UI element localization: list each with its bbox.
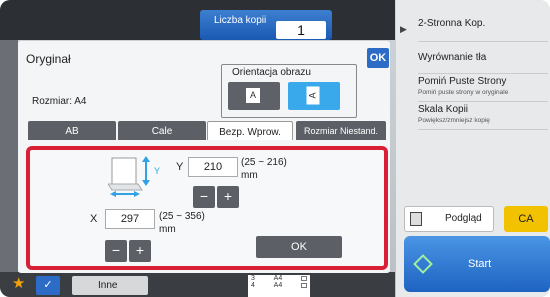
- menu-item-copy-ratio[interactable]: Skala Kopii Powiększ/zmniejsz kopię: [418, 104, 548, 130]
- menu-item-copy-ratio-label: Skala Kopii: [418, 104, 469, 115]
- menu-item-skip-blank-label: Pomiń Puste Strony: [418, 76, 507, 87]
- x-label: X: [90, 213, 98, 225]
- menu-item-background-adjust-label: Wyrównanie tła: [418, 52, 487, 63]
- copies-input[interactable]: 1: [276, 21, 326, 39]
- landscape-icon: A: [306, 86, 320, 105]
- y-range: (25 ~ 216): [241, 157, 287, 168]
- tab-ab[interactable]: AB: [28, 121, 116, 140]
- menu-item-background-adjust[interactable]: Wyrównanie tła: [418, 52, 548, 74]
- copier-screen: Liczba kopii 1 ▶︎ 2-Stronna Kop. Wyrówna…: [0, 0, 550, 297]
- icon-x-letter: X: [122, 197, 128, 198]
- portrait-icon: A: [246, 88, 260, 103]
- y-value-field[interactable]: 210: [188, 157, 238, 177]
- top-bar: [0, 0, 395, 40]
- other-button[interactable]: Inne: [72, 276, 148, 295]
- preview-icon: [410, 212, 422, 226]
- list-item: 3 A4: [248, 275, 310, 282]
- dialog-title: Oryginał: [26, 52, 71, 66]
- preview-button-label: Podgląd: [445, 213, 482, 224]
- x-decrement-button[interactable]: −: [105, 240, 127, 262]
- x-increment-button[interactable]: +: [129, 240, 151, 262]
- list-item-number: 4: [251, 282, 255, 289]
- start-button-label: Start: [468, 258, 492, 270]
- tab-direct-entry[interactable]: Bezp. Wprow.: [207, 121, 293, 140]
- dialog-ok-button[interactable]: OK: [367, 48, 389, 68]
- page-icon: [301, 283, 307, 288]
- list-item-number: 3: [251, 275, 255, 282]
- other-button-label: Inne: [98, 280, 118, 291]
- orientation-label: Orientacja obrazu: [232, 67, 311, 78]
- list-item-size: A4: [273, 282, 283, 289]
- icon-y-letter: Y: [154, 166, 160, 176]
- list-item-size: A4: [273, 275, 283, 282]
- tab-custom-size[interactable]: Rozmiar Niestand.: [296, 121, 386, 140]
- page-list: 3 A4 4 A4: [248, 275, 310, 297]
- list-item: 4 A4: [248, 282, 310, 289]
- checkmark-icon[interactable]: ✓: [36, 276, 60, 295]
- x-range: (25 ~ 356): [159, 211, 205, 222]
- y-unit: mm: [241, 170, 258, 181]
- expand-arrow-icon[interactable]: ▶︎: [400, 24, 407, 35]
- y-decrement-button[interactable]: −: [193, 186, 215, 208]
- size-label: Rozmiar: A4: [32, 96, 87, 107]
- menu-item-skip-blank-sub: Pomiń puste strony w oryginale: [418, 89, 509, 96]
- x-value-field[interactable]: 297: [105, 209, 155, 229]
- favorite-star-icon[interactable]: ★: [12, 274, 25, 292]
- menu-item-copy-ratio-sub: Powiększ/zmniejsz kopię: [418, 117, 490, 124]
- page-icon: [301, 276, 307, 281]
- clear-all-button[interactable]: CA: [504, 206, 548, 232]
- tab-inches[interactable]: Cale: [118, 121, 206, 140]
- orientation-landscape-button[interactable]: A: [288, 82, 340, 110]
- confirm-ok-button[interactable]: OK: [256, 236, 342, 258]
- landscape-icon-letter: A: [307, 92, 318, 99]
- orientation-portrait-button[interactable]: A: [228, 82, 280, 110]
- menu-item-duplex[interactable]: 2-Stronna Kop.: [418, 18, 548, 42]
- paper-size-icon: Y X: [108, 156, 160, 198]
- menu-item-duplex-label: 2-Stronna Kop.: [418, 18, 486, 29]
- y-increment-button[interactable]: +: [217, 186, 239, 208]
- y-label: Y: [176, 161, 184, 173]
- copies-panel[interactable]: Liczba kopii 1: [200, 10, 332, 40]
- left-strip: [0, 40, 18, 280]
- copies-label: Liczba kopii: [214, 15, 267, 26]
- menu-item-skip-blank[interactable]: Pomiń Puste Strony Pomiń puste strony w …: [418, 76, 548, 102]
- x-unit: mm: [159, 224, 176, 235]
